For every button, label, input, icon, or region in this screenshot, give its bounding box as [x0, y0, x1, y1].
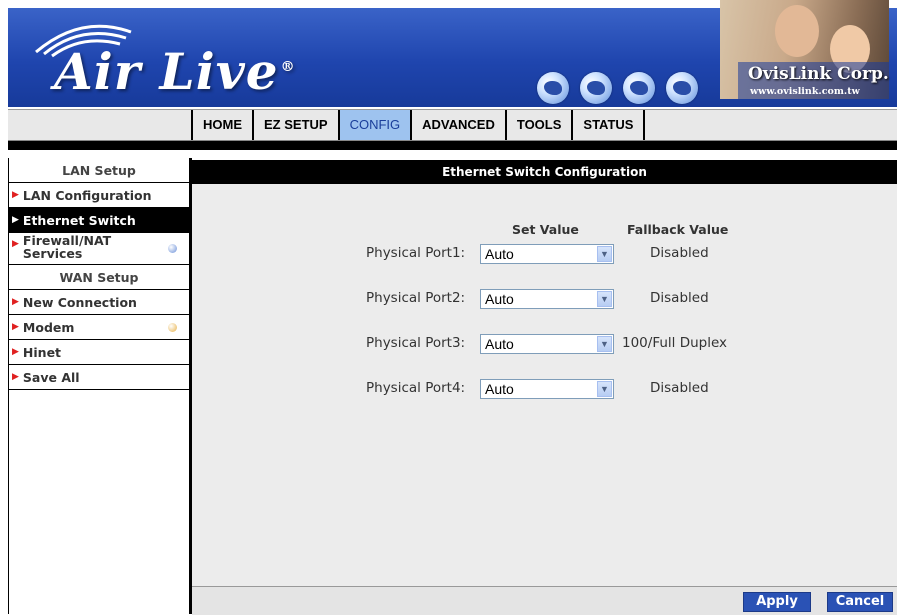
sidebar-item-modem[interactable]: ▶ Modem — [9, 315, 189, 340]
column-header-set-value: Set Value — [512, 222, 579, 237]
tab-tools[interactable]: TOOLS — [504, 110, 572, 140]
tab-config[interactable]: CONFIG — [337, 110, 411, 140]
sidebar-item-label: LAN Configuration — [22, 187, 152, 203]
port1-fallback: Disabled — [650, 245, 709, 261]
port1-label: Physical Port1: — [366, 245, 466, 261]
airlive-logo: Air Live ® — [54, 42, 296, 101]
sidebar-item-label: Hinet — [22, 344, 62, 360]
tab-ez-setup[interactable]: EZ SETUP — [252, 110, 338, 140]
sidebar-header-wan: WAN Setup — [9, 265, 189, 290]
chevron-down-icon[interactable]: ▼ — [597, 291, 612, 307]
globe-icon — [537, 72, 569, 104]
tab-status[interactable]: STATUS — [571, 110, 646, 140]
sidebar-item-hinet[interactable]: ▶ Hinet — [9, 340, 189, 365]
arrow-right-icon: ▶ — [12, 347, 19, 357]
apply-button[interactable]: Apply — [743, 592, 811, 612]
port4-select[interactable]: Auto ▼ — [480, 379, 614, 399]
sidebar-item-ethernet-switch[interactable]: ▶ Ethernet Switch — [9, 208, 189, 233]
company-url: www.ovislink.com.tw — [750, 86, 860, 97]
sidebar-item-label: Firewall/NAT Services — [22, 233, 112, 261]
arrow-right-icon: ▶ — [12, 239, 19, 249]
sidebar-item-label: Modem — [22, 319, 75, 335]
expand-dot-icon[interactable] — [168, 244, 177, 253]
port3-fallback: 100/Full Duplex — [622, 335, 728, 351]
sidebar-item-new-connection[interactable]: ▶ New Connection — [9, 290, 189, 315]
arrow-right-icon: ▶ — [12, 372, 19, 382]
arrow-right-icon: ▶ — [12, 215, 19, 225]
chevron-down-icon[interactable]: ▼ — [597, 336, 612, 352]
sidebar-header-lan: LAN Setup — [9, 158, 189, 183]
port2-label: Physical Port2: — [366, 290, 466, 306]
expand-dot-icon[interactable] — [168, 323, 177, 332]
top-nav: HOME EZ SETUP CONFIG ADVANCED TOOLS STAT… — [8, 109, 897, 141]
arrow-right-icon: ▶ — [12, 190, 19, 200]
sidebar: LAN Setup ▶ LAN Configuration ▶ Ethernet… — [8, 158, 192, 614]
port1-select[interactable]: Auto ▼ — [480, 244, 614, 264]
globe-icon — [623, 72, 655, 104]
tab-home[interactable]: HOME — [191, 110, 252, 140]
port4-fallback: Disabled — [650, 380, 709, 396]
page-title: Ethernet Switch Configuration — [192, 160, 897, 184]
sidebar-item-lan-configuration[interactable]: ▶ LAN Configuration — [9, 183, 189, 208]
sidebar-item-label: Save All — [22, 369, 80, 385]
port2-fallback: Disabled — [650, 290, 709, 306]
globe-icons — [537, 72, 698, 104]
sidebar-item-firewall-nat[interactable]: ▶ Firewall/NAT Services — [9, 233, 189, 265]
port3-label: Physical Port3: — [366, 335, 466, 351]
sidebar-item-save-all[interactable]: ▶ Save All — [9, 365, 189, 390]
company-name: OvisLink Corp. — [748, 64, 889, 84]
chevron-down-icon[interactable]: ▼ — [597, 381, 612, 397]
tab-advanced[interactable]: ADVANCED — [410, 110, 505, 140]
globe-icon — [666, 72, 698, 104]
port2-select[interactable]: Auto ▼ — [480, 289, 614, 309]
chevron-down-icon[interactable]: ▼ — [597, 246, 612, 262]
sidebar-item-label: New Connection — [22, 294, 137, 310]
port4-label: Physical Port4: — [366, 380, 466, 396]
arrow-right-icon: ▶ — [12, 322, 19, 332]
sidebar-item-label: Ethernet Switch — [22, 212, 136, 228]
cancel-button[interactable]: Cancel — [827, 592, 893, 612]
port3-select[interactable]: Auto ▼ — [480, 334, 614, 354]
globe-icon — [580, 72, 612, 104]
column-header-fallback-value: Fallback Value — [627, 222, 729, 237]
nav-divider — [8, 141, 897, 150]
arrow-right-icon: ▶ — [12, 297, 19, 307]
